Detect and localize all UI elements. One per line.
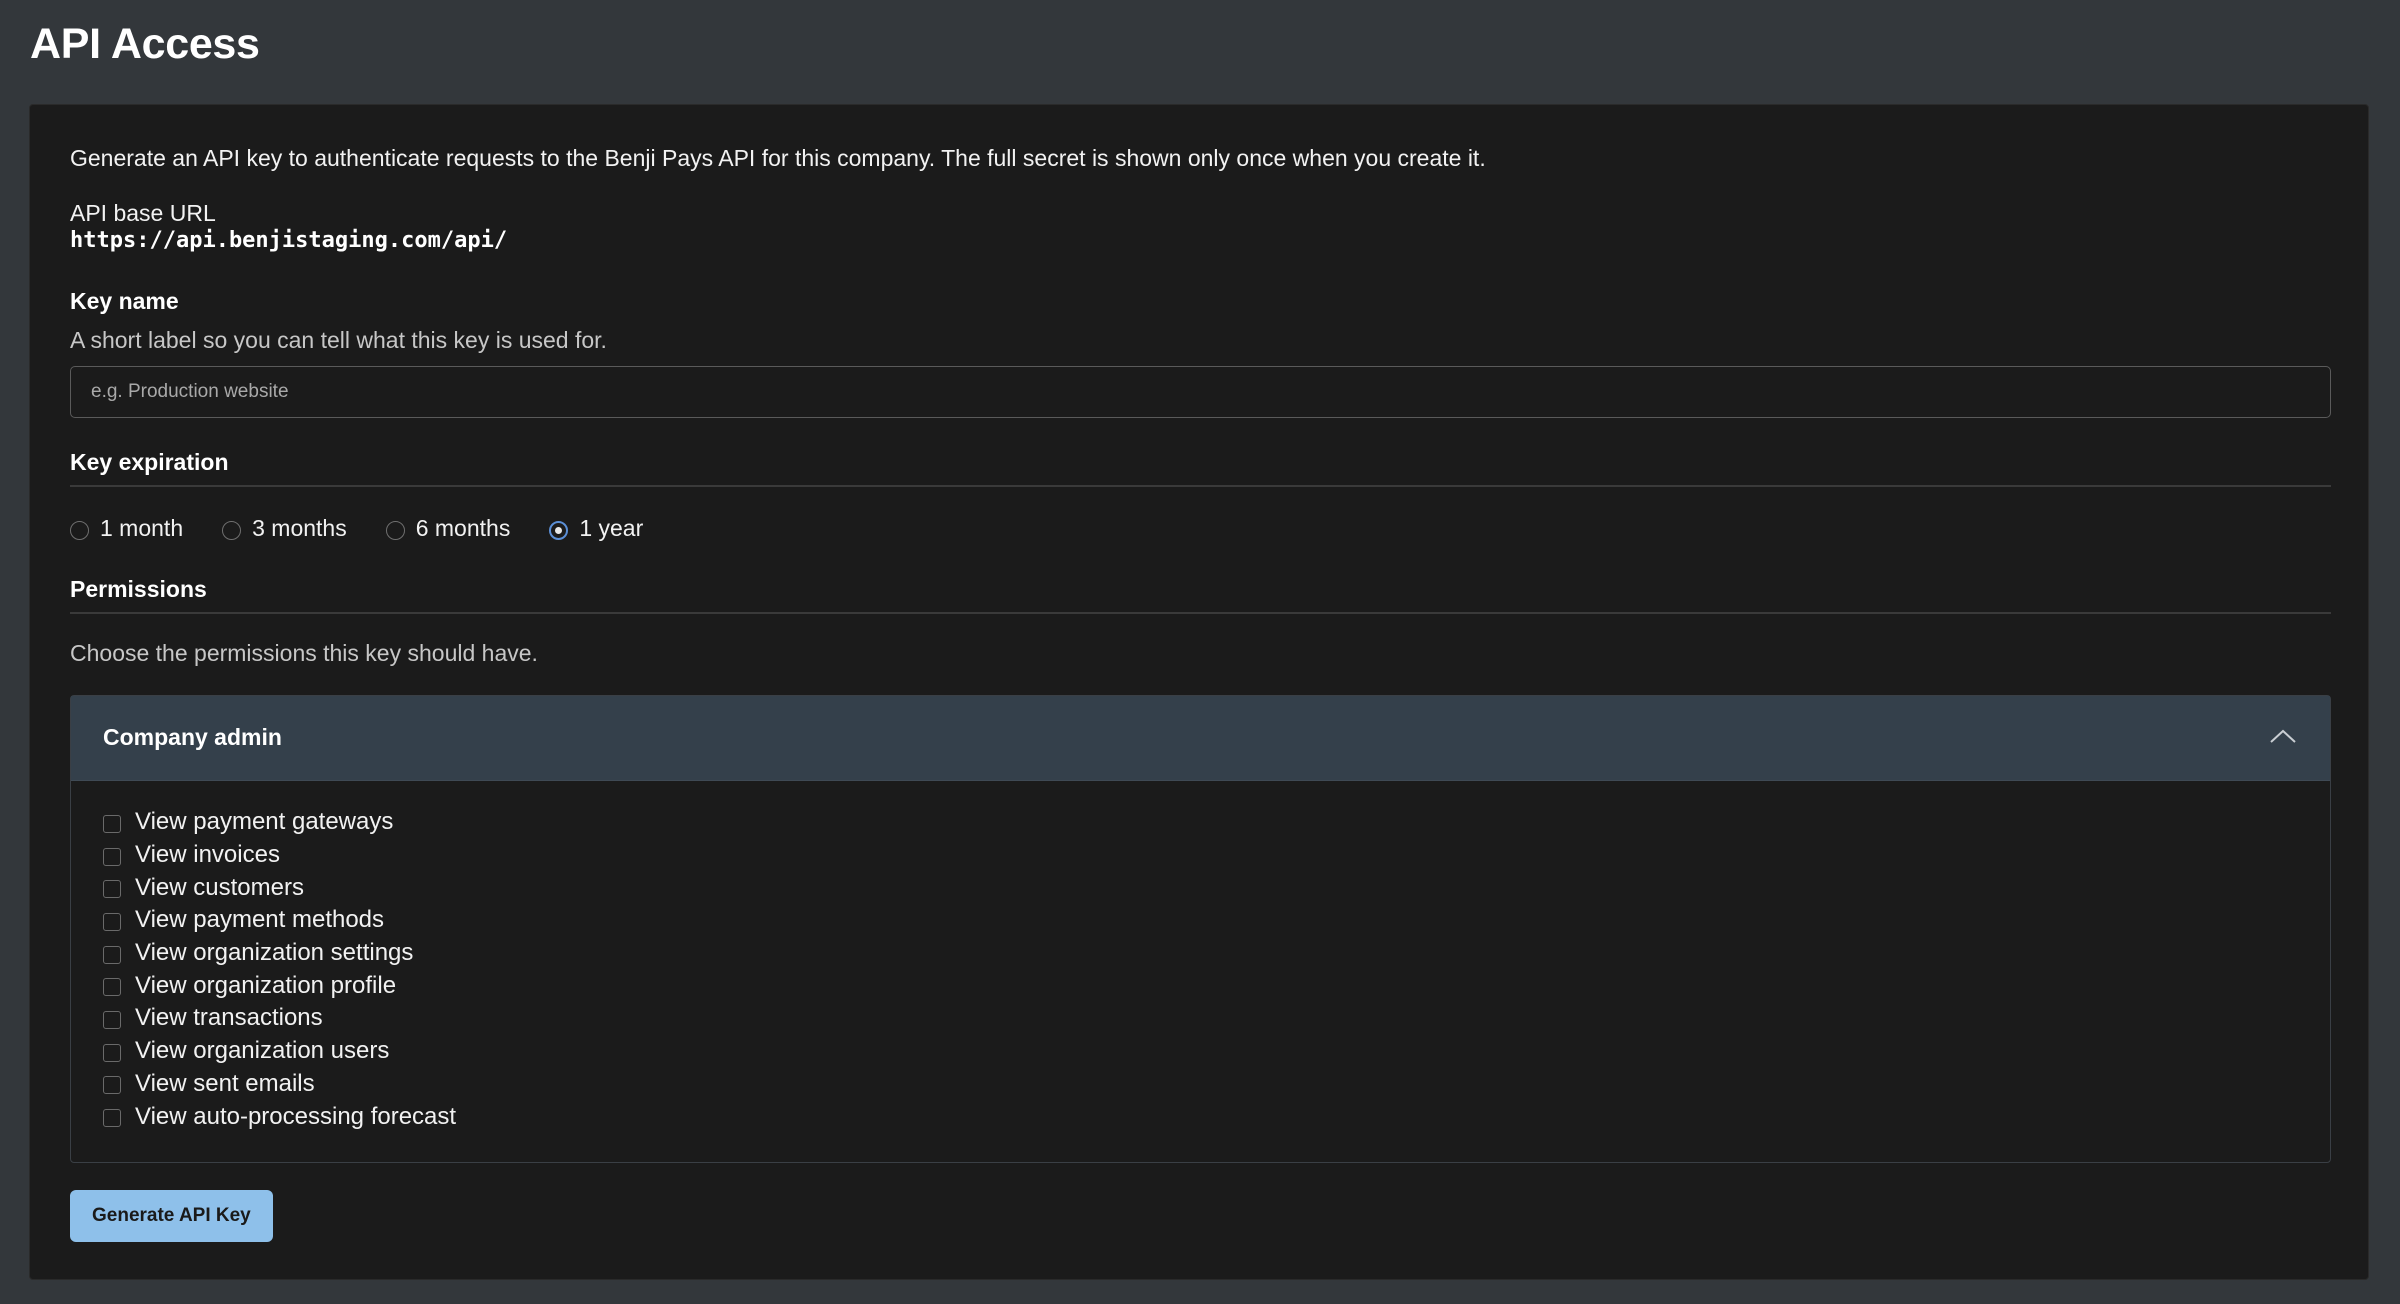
radio-button[interactable]	[70, 520, 89, 540]
api-base-url-label: API base URL	[70, 200, 216, 226]
radio-label: 1 year	[579, 514, 644, 541]
radio-button[interactable]	[385, 520, 405, 540]
page-title: API Access	[30, 20, 260, 68]
permission-item-view-sent-emails[interactable]: View sent emails	[103, 1068, 456, 1101]
permission-item-view-payment-gateways[interactable]: View payment gateways	[103, 806, 456, 839]
checkbox[interactable]	[103, 1109, 121, 1128]
permission-group-title: Company admin	[103, 724, 282, 750]
permissions-divider	[70, 612, 2331, 614]
permission-label: View organization users	[135, 1037, 390, 1065]
checkbox[interactable]	[103, 1010, 121, 1029]
chevron-up-icon[interactable]	[2268, 726, 2298, 746]
checkbox[interactable]	[103, 814, 121, 833]
permissions-help: Choose the permissions this key should h…	[70, 640, 538, 666]
expiration-option-6-months[interactable]: 6 months	[385, 514, 511, 542]
permission-item-view-organization-settings[interactable]: View organization settings	[103, 937, 456, 970]
intro-text: Generate an API key to authenticate requ…	[70, 145, 1486, 171]
checkbox[interactable]	[103, 1043, 121, 1062]
permission-item-view-organization-profile[interactable]: View organization profile	[103, 969, 456, 1002]
radio-label: 1 month	[100, 514, 184, 541]
permission-item-view-payment-methods[interactable]: View payment methods	[103, 904, 456, 937]
permission-label: View customers	[135, 873, 304, 901]
permission-label: View sent emails	[135, 1069, 315, 1097]
radio-button[interactable]	[222, 520, 242, 540]
key-expiration-divider	[70, 485, 2331, 487]
expiration-option-1-month[interactable]: 1 month	[70, 515, 183, 542]
key-name-input[interactable]	[70, 366, 2331, 418]
checkbox[interactable]	[103, 1076, 121, 1095]
checkbox[interactable]	[103, 912, 121, 931]
permission-item-view-transactions[interactable]: View transactions	[103, 1002, 456, 1035]
checkbox[interactable]	[103, 978, 121, 997]
permission-label: View payment methods	[135, 906, 385, 934]
radio-label: 3 months	[252, 514, 347, 541]
permission-label: View organization settings	[135, 939, 414, 967]
permission-group-header[interactable]: Company admin	[71, 696, 2330, 781]
permission-label: View transactions	[135, 1004, 323, 1032]
expiration-radio-group: 1 month 3 months 6 months 1 year	[70, 512, 643, 544]
permissions-label: Permissions	[70, 576, 207, 602]
expiration-option-3-months[interactable]: 3 months	[222, 515, 347, 542]
radio-label: 6 months	[415, 514, 511, 541]
checkbox[interactable]	[103, 880, 121, 899]
permission-group-panel: Company admin View payment gateways View…	[70, 695, 2331, 1163]
radio-button-selected[interactable]	[549, 520, 569, 540]
permission-label: View payment gateways	[135, 808, 394, 836]
checkbox[interactable]	[103, 945, 121, 964]
permission-label: View organization profile	[135, 971, 397, 999]
permission-item-view-auto-processing-forecast[interactable]: View auto-processing forecast	[103, 1100, 456, 1133]
checkbox[interactable]	[103, 847, 121, 866]
permission-item-view-organization-users[interactable]: View organization users	[103, 1035, 456, 1068]
permission-label: View auto-processing forecast	[135, 1102, 457, 1130]
generate-api-key-button[interactable]: Generate API Key	[70, 1190, 273, 1242]
key-name-label: Key name	[70, 288, 179, 314]
permission-label: View invoices	[135, 841, 280, 869]
api-access-card: Generate an API key to authenticate requ…	[29, 104, 2369, 1280]
api-base-url: https://api.benjistaging.com/api/	[70, 228, 508, 253]
permission-item-view-customers[interactable]: View customers	[103, 871, 456, 904]
permission-item-view-invoices[interactable]: View invoices	[103, 839, 456, 872]
key-name-help: A short label so you can tell what this …	[70, 327, 607, 353]
permission-list: View payment gateways View invoices View…	[103, 806, 456, 1133]
key-expiration-label: Key expiration	[70, 449, 229, 475]
expiration-option-1-year[interactable]: 1 year	[549, 515, 643, 542]
